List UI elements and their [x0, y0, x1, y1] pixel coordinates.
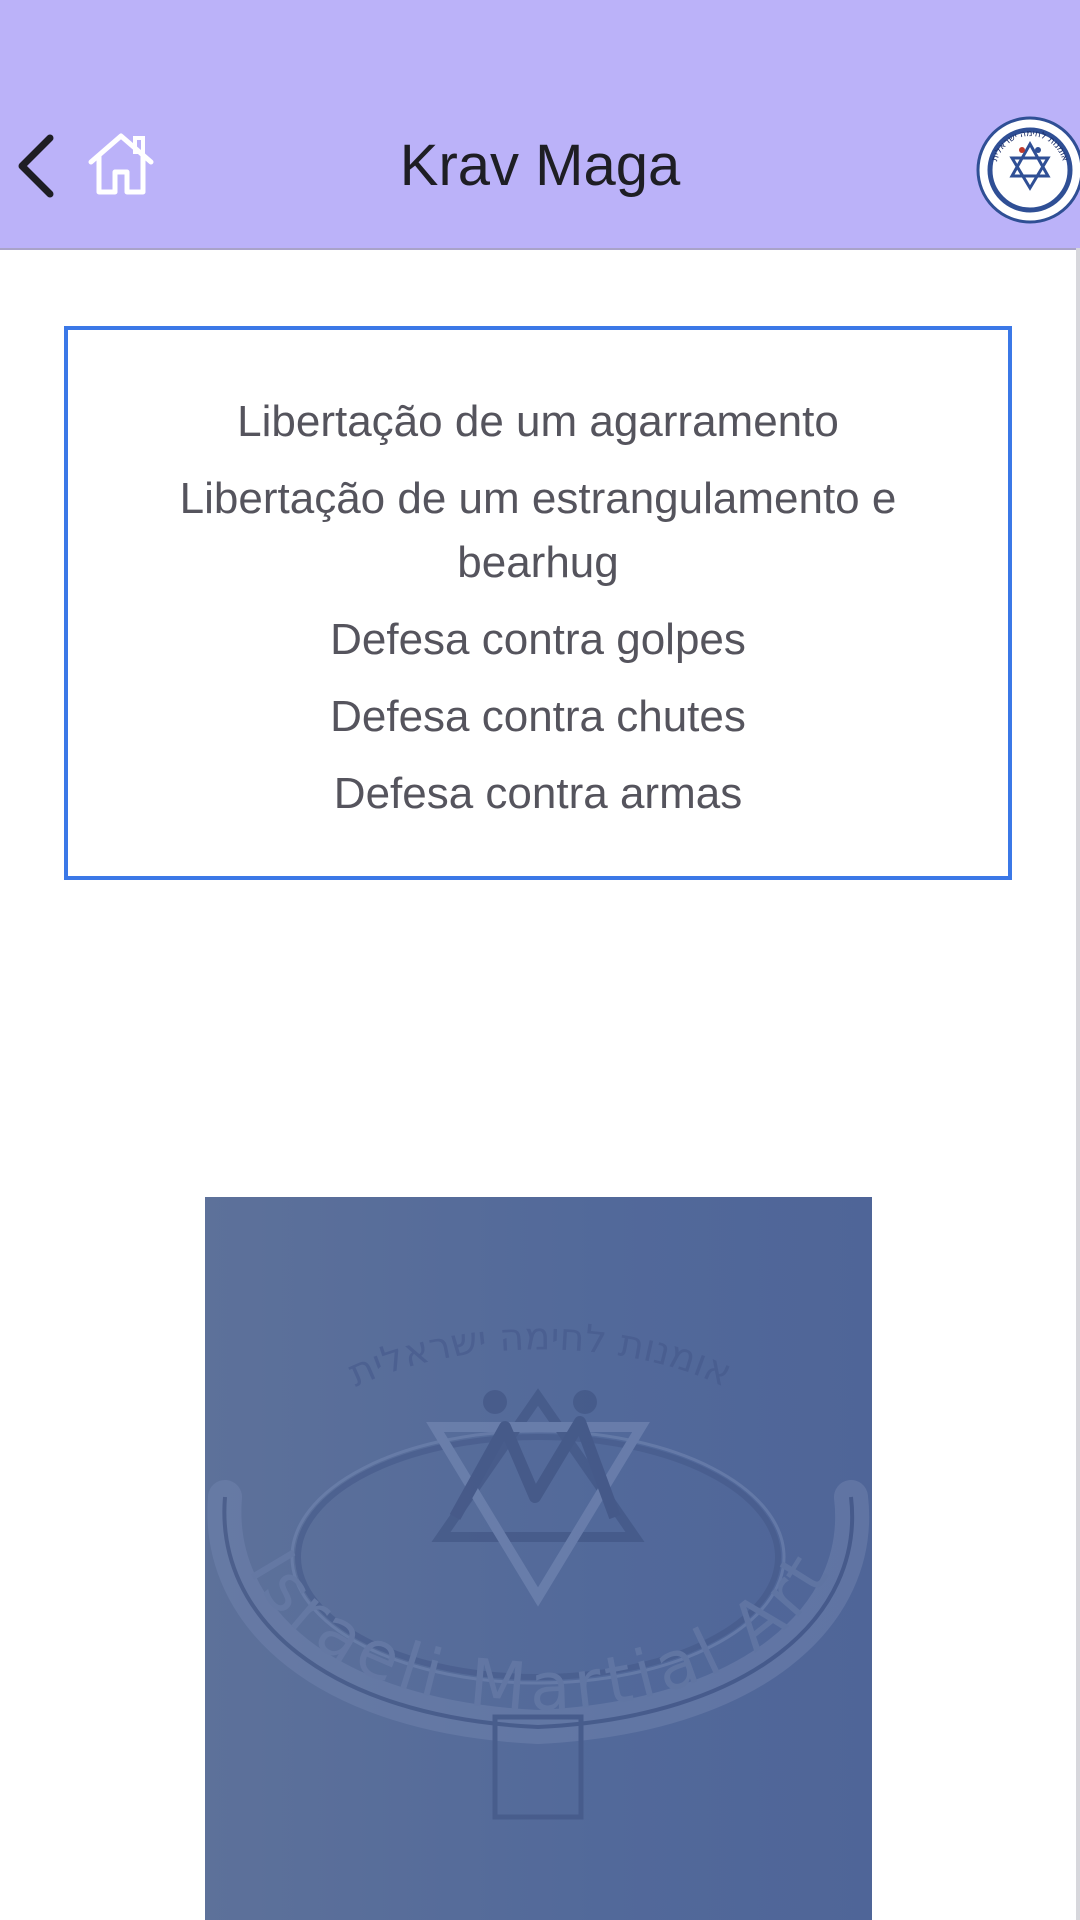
technique-menu-card: Libertação de um agarramento Libertação … — [64, 326, 1012, 880]
scroll-edge — [1076, 248, 1080, 1920]
logo-banner-image: אומנות לחימה ישראלית Israeli Martial Art — [205, 1197, 872, 1920]
status-bar — [0, 0, 1080, 118]
home-button[interactable] — [84, 126, 158, 200]
svg-text:אומנות לחימה ישראלית: אומנות לחימה ישראלית — [341, 1314, 738, 1395]
menu-item-punch-defense[interactable]: Defesa contra golpes — [68, 608, 1008, 672]
menu-item-weapon-defense[interactable]: Defesa contra armas — [68, 762, 1008, 826]
banner-english-text: Israeli Martial Art — [234, 1537, 841, 1727]
organization-logo: אומנות לחימה ישראלית Israeli Martial Art — [974, 114, 1080, 226]
technique-menu-list: Libertação de um agarramento Libertação … — [68, 390, 1008, 839]
chevron-left-icon — [18, 134, 54, 198]
svg-text:Israeli Martial Art: Israeli Martial Art — [234, 1537, 847, 1727]
back-button[interactable] — [6, 126, 66, 206]
page-title: Krav Maga — [399, 133, 681, 198]
banner-hebrew-text: אומנות לחימה ישראלית — [341, 1314, 738, 1395]
home-icon — [88, 133, 154, 195]
menu-item-grab-release[interactable]: Libertação de um agarramento — [68, 390, 1008, 454]
menu-item-choke-bearhug-release[interactable]: Libertação de um estrangulamento e bearh… — [68, 467, 1008, 595]
menu-item-kick-defense[interactable]: Defesa contra chutes — [68, 685, 1008, 749]
